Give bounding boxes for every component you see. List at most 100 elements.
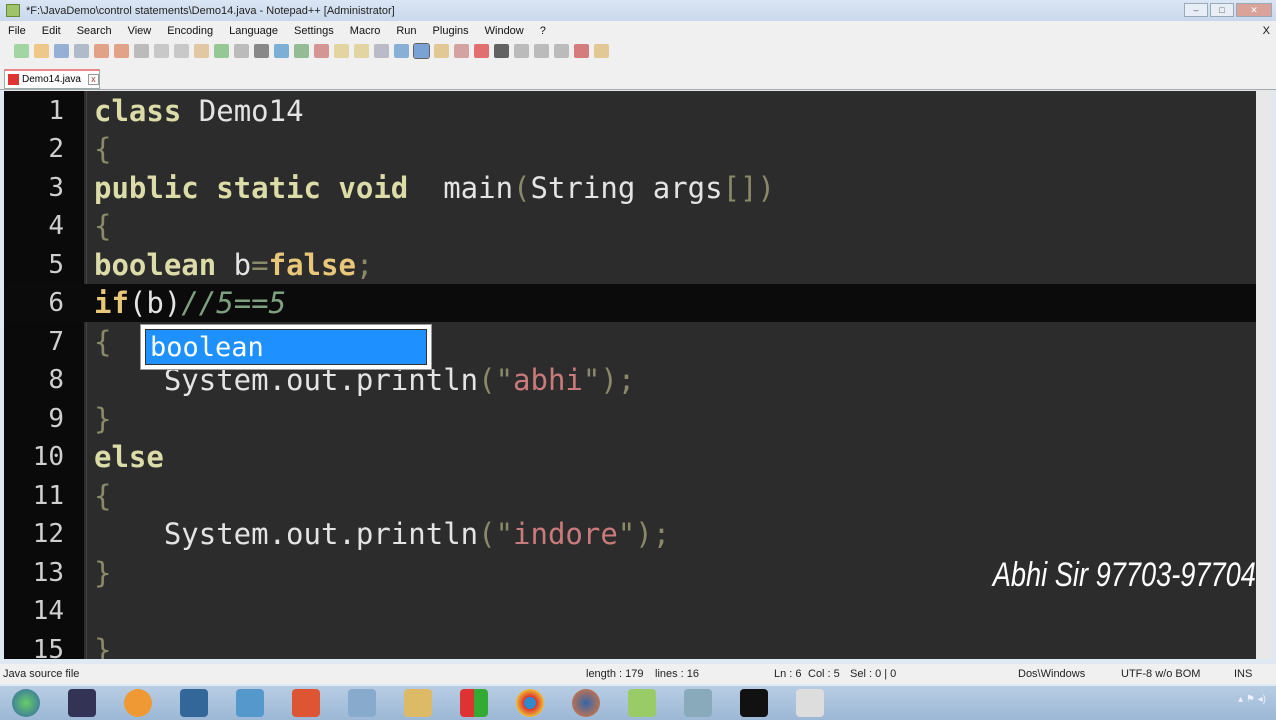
menu-language[interactable]: Language — [221, 25, 286, 37]
menu-search[interactable]: Search — [69, 25, 120, 37]
code-line-3: public static void main(String args[]) — [94, 171, 775, 205]
powerpoint-icon[interactable] — [292, 689, 320, 717]
print-icon[interactable] — [134, 44, 149, 58]
menu-edit[interactable]: Edit — [34, 25, 69, 37]
office-icon[interactable] — [460, 689, 488, 717]
notepadpp-taskbar-icon[interactable] — [628, 689, 656, 717]
code-line-5: boolean b=false; — [94, 248, 374, 282]
status-length: length : 179 — [586, 668, 644, 680]
close-document-button[interactable]: X — [1263, 25, 1270, 37]
menu-help[interactable]: ? — [532, 25, 554, 37]
window-title: *F:\JavaDemo\control statements\Demo14.j… — [26, 4, 395, 17]
code-line-15: } — [94, 633, 112, 659]
code-line-9: } — [94, 402, 112, 436]
code-line-2: { — [94, 132, 112, 166]
tool-icon[interactable] — [684, 689, 712, 717]
tab-close-button[interactable]: x — [87, 74, 99, 85]
autocomplete-popup: boolean — [140, 324, 432, 370]
code-line-1: class Demo14 — [94, 94, 304, 128]
close-all-icon[interactable] — [114, 44, 129, 58]
lang-icon[interactable] — [434, 44, 449, 58]
menu-file[interactable]: File — [0, 25, 34, 37]
show-all-chars-icon[interactable] — [394, 44, 409, 58]
line-number: 10 — [32, 442, 64, 472]
replace-icon[interactable] — [274, 44, 289, 58]
indent-guide-icon[interactable] — [413, 43, 430, 59]
menu-window[interactable]: Window — [477, 25, 532, 37]
spellcheck-icon[interactable] — [574, 44, 589, 58]
find-icon[interactable] — [254, 44, 269, 58]
computer-icon[interactable] — [180, 689, 208, 717]
watermark: Abhi Sir 97703-97704 — [992, 556, 1256, 594]
menu-macro[interactable]: Macro — [342, 25, 389, 37]
cmd-icon[interactable] — [740, 689, 768, 717]
undo-icon[interactable] — [214, 44, 229, 58]
word-wrap-icon[interactable] — [374, 44, 389, 58]
sync-v-icon[interactable] — [334, 44, 349, 58]
tab-label: Demo14.java — [22, 74, 81, 85]
explorer-icon[interactable] — [236, 689, 264, 717]
menu-run[interactable]: Run — [388, 25, 424, 37]
run-macro-icon[interactable] — [534, 44, 549, 58]
play-macro-icon[interactable] — [514, 44, 529, 58]
menu-settings[interactable]: Settings — [286, 25, 342, 37]
firefox-icon[interactable] — [572, 689, 600, 717]
unsaved-file-icon — [8, 74, 19, 85]
status-col: Col : 5 — [808, 668, 840, 680]
tab-demo14-java[interactable]: Demo14.java x — [4, 69, 100, 89]
copy-icon[interactable] — [174, 44, 189, 58]
monitor-icon[interactable] — [454, 44, 469, 58]
plugin-icon[interactable] — [594, 44, 609, 58]
status-eol: Dos\Windows — [1018, 668, 1086, 680]
menu-view[interactable]: View — [120, 25, 160, 37]
line-number: 1 — [48, 96, 64, 126]
stop-macro-icon[interactable] — [494, 44, 509, 58]
app-icon[interactable] — [348, 689, 376, 717]
minimize-button[interactable]: – — [1184, 3, 1208, 17]
save-all-icon[interactable] — [74, 44, 89, 58]
autocomplete-item-selected[interactable]: boolean — [145, 329, 427, 365]
redo-icon[interactable] — [234, 44, 249, 58]
menu-encoding[interactable]: Encoding — [159, 25, 221, 37]
line-number: 5 — [48, 250, 64, 280]
tab-bar: Demo14.java x — [0, 62, 1276, 90]
new-file-icon[interactable] — [14, 44, 29, 58]
menu-bar: File Edit Search View Encoding Language … — [0, 21, 1276, 40]
code-line-13: } — [94, 556, 112, 590]
close-button[interactable]: ✕ — [1236, 3, 1272, 17]
cut-icon[interactable] — [154, 44, 169, 58]
close-file-icon[interactable] — [94, 44, 109, 58]
line-number: 14 — [32, 596, 64, 626]
chrome-icon[interactable] — [516, 689, 544, 717]
open-file-icon[interactable] — [34, 44, 49, 58]
status-sel: Sel : 0 | 0 — [850, 668, 897, 680]
menu-plugins[interactable]: Plugins — [425, 25, 477, 37]
record-macro-icon[interactable] — [474, 44, 489, 58]
line-number: 9 — [48, 404, 64, 434]
media-player-icon[interactable] — [124, 689, 152, 717]
status-encoding: UTF-8 w/o BOM — [1121, 668, 1201, 680]
line-number: 4 — [48, 211, 64, 241]
save-icon[interactable] — [54, 44, 69, 58]
code-line-6-current: if(b)//5==5 — [94, 286, 287, 320]
code-line-12: System.out.println("indore"); — [94, 517, 671, 551]
status-filetype: Java source file — [3, 668, 80, 680]
save-macro-icon[interactable] — [554, 44, 569, 58]
code-line-11: { — [94, 479, 112, 513]
window-icon[interactable] — [796, 689, 824, 717]
maximize-button[interactable]: □ — [1210, 3, 1234, 17]
zoom-in-icon[interactable] — [294, 44, 309, 58]
status-bar: Java source file length : 179 lines : 16… — [0, 664, 1276, 684]
vertical-scrollbar[interactable] — [1256, 91, 1272, 659]
sync-h-icon[interactable] — [354, 44, 369, 58]
zoom-out-icon[interactable] — [314, 44, 329, 58]
paste-icon[interactable] — [194, 44, 209, 58]
calculator-icon[interactable] — [68, 689, 96, 717]
code-line-7: { — [94, 325, 112, 359]
start-button-icon[interactable] — [12, 689, 40, 717]
folder-icon[interactable] — [404, 689, 432, 717]
system-tray[interactable]: ▴ ⚑ ◂) — [1238, 694, 1266, 705]
line-number: 3 — [48, 173, 64, 203]
line-number: 6 — [48, 288, 64, 318]
line-number: 11 — [32, 481, 64, 511]
